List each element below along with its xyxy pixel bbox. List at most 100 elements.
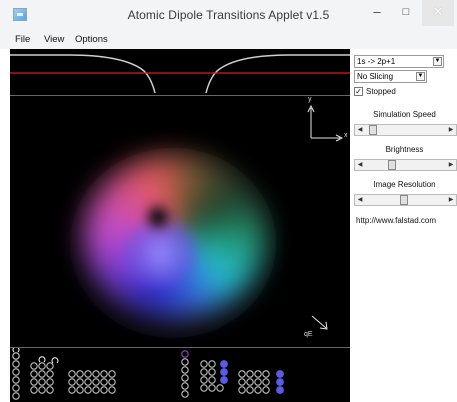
transition-select[interactable]: 1s -> 2p+1 ▼ (354, 55, 444, 68)
slider-thumb[interactable] (400, 195, 409, 205)
state-circle-selected[interactable] (181, 350, 189, 358)
state-circle[interactable] (181, 382, 189, 390)
state-circle[interactable] (68, 370, 76, 378)
state-circle[interactable] (181, 358, 189, 366)
state-circle[interactable] (262, 386, 270, 394)
state-circle-active[interactable] (276, 386, 284, 394)
state-circle[interactable] (38, 362, 46, 370)
state-selector-panel[interactable] (10, 346, 350, 402)
state-circle[interactable] (208, 360, 216, 368)
state-circle[interactable] (46, 370, 54, 378)
state-circle[interactable] (30, 378, 38, 386)
state-circle[interactable] (254, 378, 262, 386)
state-circle[interactable] (100, 378, 108, 386)
state-circle[interactable] (12, 384, 20, 392)
state-circle[interactable] (76, 370, 84, 378)
image-resolution-slider[interactable]: ◀ ▶ (354, 194, 457, 206)
slider-thumb[interactable] (388, 160, 397, 170)
chevron-down-icon[interactable]: ▼ (416, 72, 425, 81)
state-circle[interactable] (108, 370, 116, 378)
state-circle[interactable] (208, 376, 216, 384)
close-button[interactable]: ✕ (422, 0, 454, 26)
state-circle-active[interactable] (276, 378, 284, 386)
state-circle[interactable] (254, 386, 262, 394)
stopped-checkbox[interactable]: ✓ (354, 87, 363, 96)
slider-right-arrow-icon[interactable]: ▶ (446, 160, 456, 170)
state-circle[interactable] (12, 392, 20, 400)
state-circle[interactable] (216, 384, 224, 392)
state-circle[interactable] (68, 386, 76, 394)
brightness-slider[interactable]: ◀ ▶ (354, 159, 457, 171)
state-circle[interactable] (246, 370, 254, 378)
state-circle[interactable] (38, 378, 46, 386)
state-circle[interactable] (238, 370, 246, 378)
state-circle[interactable] (92, 386, 100, 394)
chevron-down-icon[interactable]: ▼ (433, 57, 442, 66)
slicing-select[interactable]: No Slicing ▼ (354, 70, 427, 83)
slider-left-arrow-icon[interactable]: ◀ (355, 195, 365, 205)
state-circle[interactable] (84, 370, 92, 378)
state-circle[interactable] (200, 368, 208, 376)
state-circle[interactable] (84, 386, 92, 394)
state-circle[interactable] (200, 360, 208, 368)
state-circle[interactable] (46, 362, 54, 370)
state-circle[interactable] (100, 386, 108, 394)
state-circle[interactable] (76, 386, 84, 394)
website-link[interactable]: http://www.falstad.com (356, 216, 436, 225)
state-circle[interactable] (262, 370, 270, 378)
slicing-select-value: No Slicing (357, 72, 394, 81)
state-circle[interactable] (108, 378, 116, 386)
state-circle[interactable] (12, 360, 20, 368)
state-circle[interactable] (238, 386, 246, 394)
orbital-view[interactable]: y x qE (10, 96, 350, 346)
slider-thumb[interactable] (368, 125, 377, 135)
slider-right-arrow-icon[interactable]: ▶ (446, 125, 456, 135)
state-circle[interactable] (246, 386, 254, 394)
state-circle[interactable] (92, 378, 100, 386)
menu-options[interactable]: Options (75, 34, 108, 45)
simulation-speed-slider[interactable]: ◀ ▶ (354, 124, 457, 136)
state-circle-active[interactable] (220, 360, 228, 368)
slider-right-arrow-icon[interactable]: ▶ (446, 195, 456, 205)
state-circle[interactable] (181, 390, 189, 398)
state-circle[interactable] (68, 378, 76, 386)
state-circle[interactable] (246, 378, 254, 386)
menu-view[interactable]: View (44, 34, 64, 45)
state-circle[interactable] (30, 362, 38, 370)
state-circle[interactable] (12, 352, 20, 360)
state-circle-active[interactable] (220, 376, 228, 384)
state-circle[interactable] (108, 386, 116, 394)
state-circle[interactable] (46, 378, 54, 386)
state-circle[interactable] (208, 384, 216, 392)
state-circle-active[interactable] (276, 370, 284, 378)
state-circle[interactable] (200, 384, 208, 392)
maximize-button[interactable]: □ (392, 0, 420, 26)
state-circle[interactable] (200, 376, 208, 384)
state-circle[interactable] (76, 378, 84, 386)
state-circle[interactable] (30, 386, 38, 394)
state-circle[interactable] (12, 376, 20, 384)
state-grid[interactable] (10, 346, 350, 402)
state-circle[interactable] (181, 374, 189, 382)
slider-left-arrow-icon[interactable]: ◀ (355, 160, 365, 170)
state-circle[interactable] (181, 366, 189, 374)
state-circle[interactable] (38, 386, 46, 394)
state-circle[interactable] (46, 386, 54, 394)
state-circle[interactable] (100, 370, 108, 378)
minimize-button[interactable]: – (363, 0, 391, 26)
slider-left-arrow-icon[interactable]: ◀ (355, 125, 365, 135)
energy-level-panel[interactable] (10, 49, 350, 96)
state-circle[interactable] (12, 368, 20, 376)
state-circle[interactable] (208, 368, 216, 376)
menu-file[interactable]: File (15, 34, 30, 45)
state-circle[interactable] (262, 378, 270, 386)
state-circle[interactable] (30, 370, 38, 378)
transition-select-value: 1s -> 2p+1 (357, 57, 396, 66)
state-circle[interactable] (254, 370, 262, 378)
state-circle[interactable] (238, 378, 246, 386)
simulation-canvas[interactable]: y x qE (10, 49, 350, 402)
state-circle[interactable] (84, 378, 92, 386)
state-circle[interactable] (92, 370, 100, 378)
state-circle-active[interactable] (220, 368, 228, 376)
state-circle[interactable] (38, 370, 46, 378)
